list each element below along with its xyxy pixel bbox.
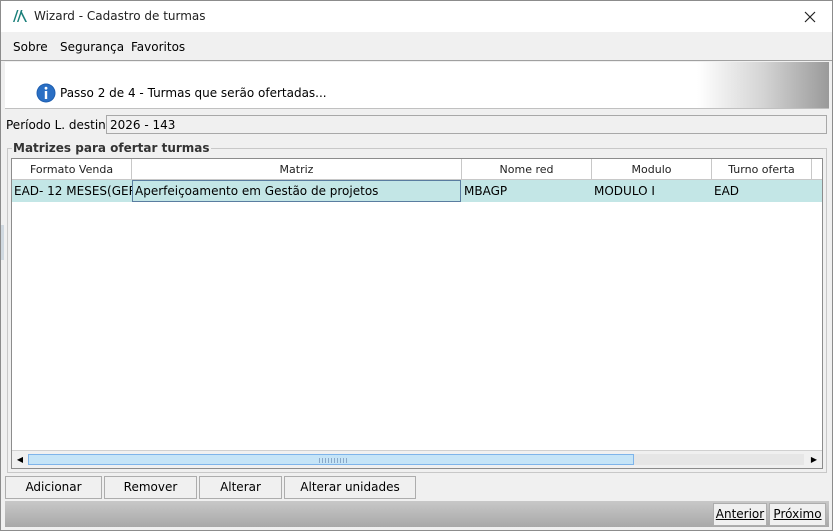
periodo-field[interactable]: 2026 - 143 [106, 115, 827, 134]
remove-offer-button[interactable]: Remover oferta [104, 476, 197, 515]
step-banner: Passo 2 de 4 - Turmas que serão ofertada… [5, 62, 829, 109]
app-logo-icon [13, 10, 27, 22]
change-shifts-button[interactable]: Alterar turnos [199, 476, 282, 515]
previous-button[interactable]: Anterior [713, 503, 767, 526]
add-offer-button[interactable]: Adicionar oferta [5, 476, 102, 515]
horizontal-scrollbar[interactable]: ◀ ▶ [12, 450, 822, 468]
background-window-edge [1, 225, 4, 260]
menu-favoritos[interactable]: Favoritos [131, 40, 185, 54]
column-header-filler [812, 159, 822, 180]
close-button[interactable] [788, 1, 832, 32]
window-title: Wizard - Cadastro de turmas [34, 9, 206, 23]
cell-matriz[interactable]: Aperfeiçoamento em Gestão de projetos [132, 180, 461, 202]
info-icon [36, 83, 56, 103]
scroll-thumb[interactable] [28, 454, 634, 465]
menu-seguranca[interactable]: Segurança [60, 40, 124, 54]
cell-modulo[interactable]: MODULO I [592, 180, 712, 202]
cell-nome-red[interactable]: MBAGP [462, 180, 592, 202]
column-header-turno-oferta[interactable]: Turno oferta [712, 159, 812, 180]
scroll-grip-icon [319, 458, 349, 463]
matrizes-grid[interactable]: Formato Venda Matriz Nome red Modulo Tur… [11, 158, 823, 469]
periodo-label: Período L. destino: [6, 118, 118, 132]
column-header-matriz[interactable]: Matriz [132, 159, 462, 180]
scroll-right-icon[interactable]: ▶ [806, 451, 822, 467]
scroll-track[interactable] [28, 454, 804, 465]
scroll-left-icon[interactable]: ◀ [12, 451, 28, 467]
close-icon [804, 11, 816, 22]
table-row[interactable]: EAD- 12 MESES(GER... Aperfeiçoamento em … [12, 180, 822, 202]
change-units-button[interactable]: Alterar unidades físicas [284, 476, 416, 515]
wizard-window: Wizard - Cadastro de turmas Sobre Segura… [0, 0, 833, 531]
column-header-modulo[interactable]: Modulo [592, 159, 712, 180]
column-header-formato-venda[interactable]: Formato Venda [12, 159, 132, 180]
column-header-nome-red[interactable]: Nome red [462, 159, 592, 180]
menu-bar: Sobre Segurança Favoritos [1, 32, 832, 61]
status-bar [5, 501, 829, 527]
step-text: Passo 2 de 4 - Turmas que serão ofertada… [60, 86, 327, 100]
menu-sobre[interactable]: Sobre [13, 40, 48, 54]
group-title: Matrizes para ofertar turmas [12, 141, 211, 155]
cell-turno-oferta[interactable]: EAD [712, 180, 812, 202]
next-button[interactable]: Próximo [769, 503, 826, 526]
cell-formato-venda[interactable]: EAD- 12 MESES(GER... [12, 180, 132, 202]
title-bar: Wizard - Cadastro de turmas [1, 1, 832, 32]
